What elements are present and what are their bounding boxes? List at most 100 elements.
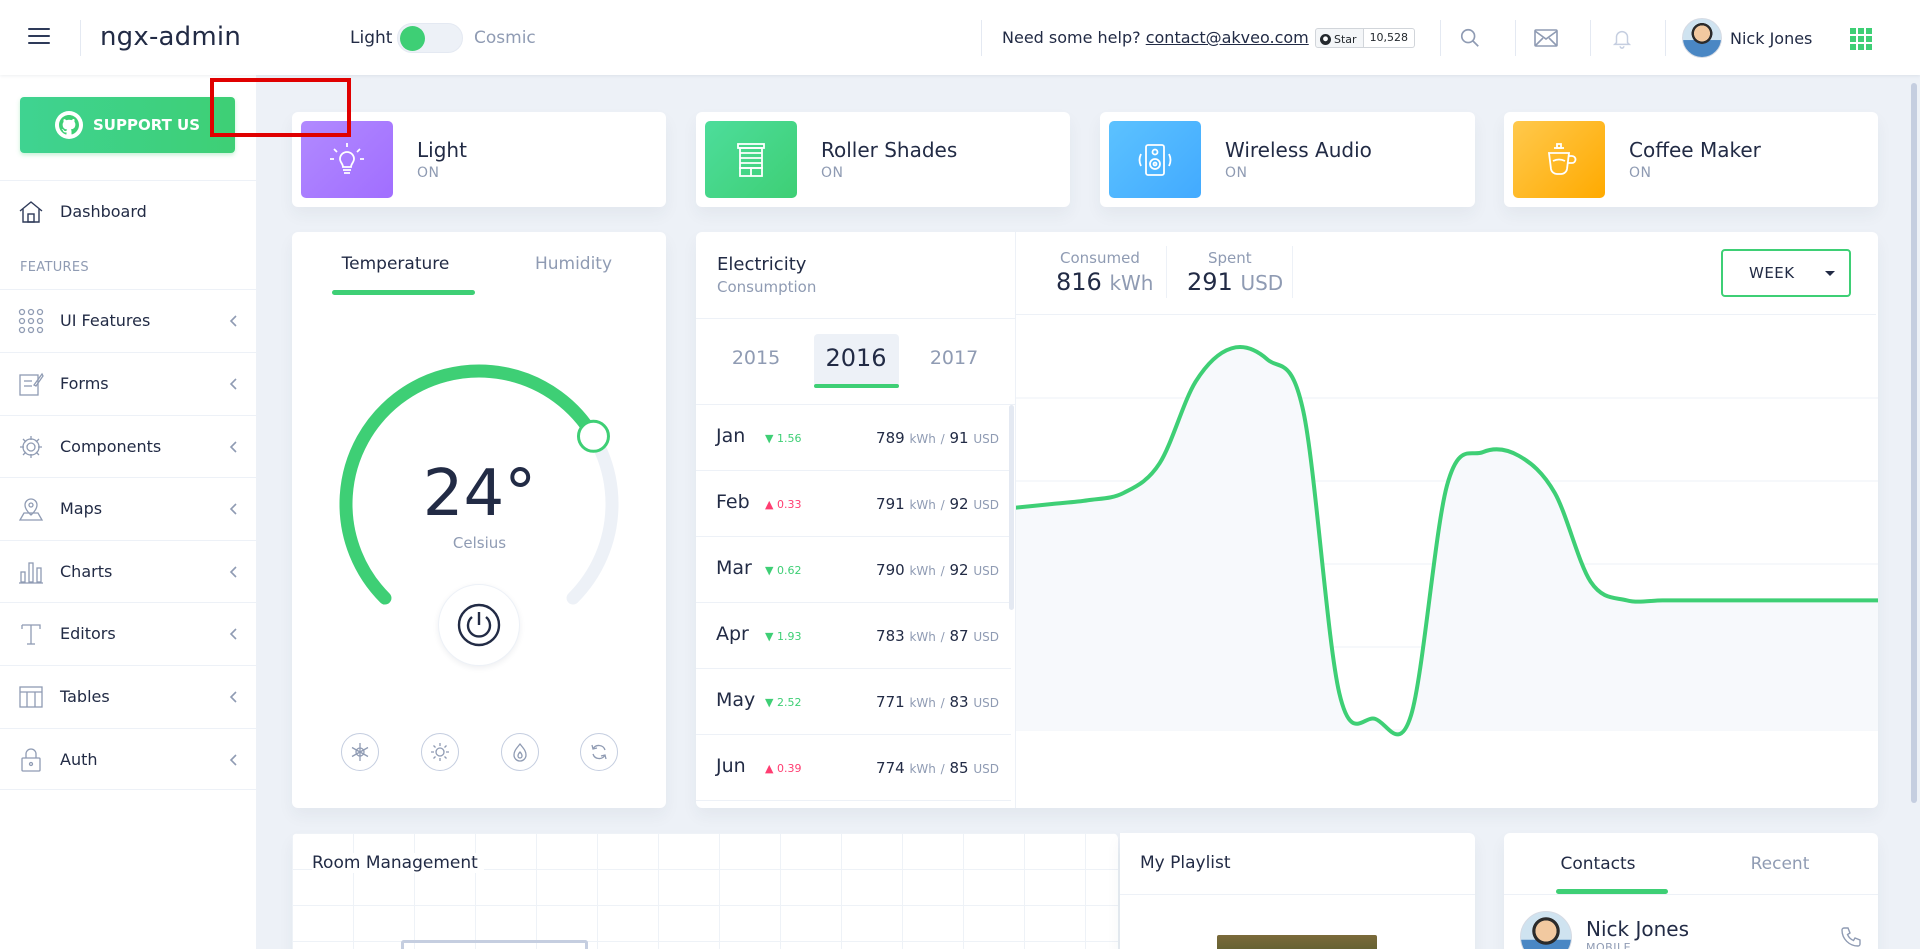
contacts-card: Contacts Recent Nick Jones MOBILE — [1504, 833, 1878, 949]
features-section-label: FEATURES — [20, 260, 89, 275]
sidebar-item-components[interactable]: Components — [0, 415, 256, 477]
sidebar-item-charts[interactable]: Charts — [0, 540, 256, 602]
user-menu[interactable]: Nick Jones — [1682, 18, 1812, 58]
dial-knob[interactable] — [576, 419, 610, 453]
brand-title[interactable]: ngx-admin — [100, 22, 241, 52]
help-text: Need some help? contact@akveo.com — [1002, 28, 1309, 47]
consumed-value: 816 kWh — [1056, 268, 1154, 296]
highlight-annotation — [210, 78, 351, 137]
usd-value: 83 — [949, 693, 969, 711]
github-star[interactable]: Star — [1315, 28, 1364, 48]
year-tab-2017[interactable]: 2017 — [912, 347, 996, 369]
sidebar-item-tables[interactable]: Tables — [0, 665, 256, 727]
month-values: 789 kWh / 91 USD — [876, 429, 999, 447]
sidebar-item-ui-features[interactable]: UI Features — [0, 289, 256, 351]
temperature-card: Temperature Humidity 24° Celsius — [292, 232, 666, 808]
separator: / — [940, 696, 945, 710]
kwh-unit: kWh — [909, 432, 936, 446]
help-email-link[interactable]: contact@akveo.com — [1146, 28, 1309, 47]
month-values: 783 kWh / 87 USD — [876, 627, 999, 645]
github-star-count[interactable]: 10,528 — [1363, 28, 1416, 48]
month-row[interactable]: Feb ▲ 0.33 791 kWh / 92 USD — [696, 471, 1011, 537]
electricity-subtitle: Consumption — [717, 278, 817, 296]
spent-value: 291 USD — [1187, 268, 1283, 296]
power-icon — [457, 603, 501, 647]
bell-icon[interactable] — [1608, 24, 1636, 52]
usd-unit: USD — [973, 762, 999, 776]
coffee-maker-icon — [1513, 121, 1605, 198]
arrow-down-icon: ▼ — [765, 432, 774, 445]
month-row[interactable]: Jun ▲ 0.39 774 kWh / 85 USD — [696, 735, 1011, 801]
scrollbar-thumb[interactable] — [1911, 83, 1917, 803]
power-button[interactable] — [438, 584, 520, 666]
flame-icon[interactable] — [501, 733, 539, 771]
usd-unit: USD — [973, 696, 999, 710]
status-card-title: Wireless Audio — [1225, 138, 1372, 162]
menu-toggle-icon[interactable] — [28, 28, 50, 46]
month-row[interactable]: Jan ▼ 1.56 789 kWh / 91 USD — [696, 405, 1011, 471]
period-select-value: WEEK — [1749, 264, 1795, 282]
search-icon[interactable] — [1456, 24, 1484, 52]
snowflake-icon[interactable] — [341, 733, 379, 771]
support-us-button[interactable]: SUPPORT US — [20, 97, 235, 153]
tab-contacts[interactable]: Contacts — [1540, 854, 1656, 874]
status-card-roller-shades[interactable]: Roller Shades ON — [696, 112, 1070, 207]
divider — [1166, 246, 1167, 298]
divider — [1515, 20, 1516, 56]
month-row[interactable]: Mar ▼ 0.62 790 kWh / 92 USD — [696, 537, 1011, 603]
sidebar: SUPPORT US Dashboard FEATURES UI Feature… — [0, 75, 256, 949]
chevron-left-icon — [229, 378, 237, 390]
email-icon[interactable] — [1532, 24, 1560, 52]
temperature-value: 24° — [422, 457, 537, 531]
sidebar-item-dashboard[interactable]: Dashboard — [0, 180, 256, 242]
gear-icon — [20, 436, 42, 458]
apps-grid-icon[interactable] — [1850, 28, 1872, 50]
github-icon — [54, 111, 83, 139]
sidebar-item-label: Tables — [60, 687, 110, 706]
lock-icon — [21, 748, 41, 772]
delta-value: 0.39 — [776, 762, 802, 775]
chevron-left-icon — [229, 691, 237, 703]
room-shape[interactable] — [401, 940, 588, 949]
refresh-icon[interactable] — [580, 733, 618, 771]
status-card-coffee-maker[interactable]: Coffee Maker ON — [1504, 112, 1878, 207]
kwh-value: 789 — [876, 429, 905, 447]
active-year-indicator — [814, 384, 899, 388]
sidebar-item-forms[interactable]: Forms — [0, 352, 256, 414]
phone-icon[interactable] — [1839, 925, 1863, 949]
sidebar-item-label: Components — [60, 437, 162, 456]
month-row[interactable]: Apr ▼ 1.93 783 kWh / 87 USD — [696, 603, 1011, 669]
chevron-left-icon — [229, 441, 237, 453]
divider — [1504, 894, 1878, 895]
chevron-left-icon — [229, 754, 237, 766]
header: ngx-admin Light Cosmic Need some help? c… — [0, 0, 1920, 75]
separator: / — [940, 762, 945, 776]
status-card-title: Coffee Maker — [1629, 138, 1761, 162]
room-grid — [292, 833, 1118, 949]
avatar[interactable] — [1520, 911, 1572, 949]
page-scrollbar[interactable] — [1908, 75, 1920, 949]
github-star-button[interactable]: Star 10,528 — [1315, 28, 1416, 48]
usd-value: 85 — [949, 759, 969, 777]
theme-toggle[interactable] — [397, 23, 463, 53]
album-cover[interactable] — [1217, 935, 1377, 949]
period-select[interactable]: WEEK — [1721, 249, 1851, 297]
kwh-value: 783 — [876, 627, 905, 645]
sidebar-item-maps[interactable]: Maps — [0, 477, 256, 539]
month-list-scrollbar[interactable] — [1009, 405, 1014, 610]
sidebar-item-auth[interactable]: Auth — [0, 728, 256, 790]
month-row[interactable]: May ▼ 2.52 771 kWh / 83 USD — [696, 669, 1011, 735]
sidebar-item-editors[interactable]: Editors — [0, 602, 256, 664]
separator: / — [940, 432, 945, 446]
year-tab-2016[interactable]: 2016 — [814, 344, 898, 372]
arrow-down-icon: ▼ — [765, 630, 774, 643]
divider — [1120, 894, 1475, 895]
avatar[interactable] — [1682, 18, 1722, 58]
year-tab-2015[interactable]: 2015 — [714, 347, 798, 369]
grid-dots-icon — [18, 308, 44, 334]
tab-recent[interactable]: Recent — [1722, 854, 1838, 874]
sun-icon[interactable] — [421, 733, 459, 771]
status-card-wireless-audio[interactable]: Wireless Audio ON — [1100, 112, 1475, 207]
help-label: Need some help? — [1002, 28, 1141, 47]
consumed-unit: kWh — [1109, 271, 1154, 295]
